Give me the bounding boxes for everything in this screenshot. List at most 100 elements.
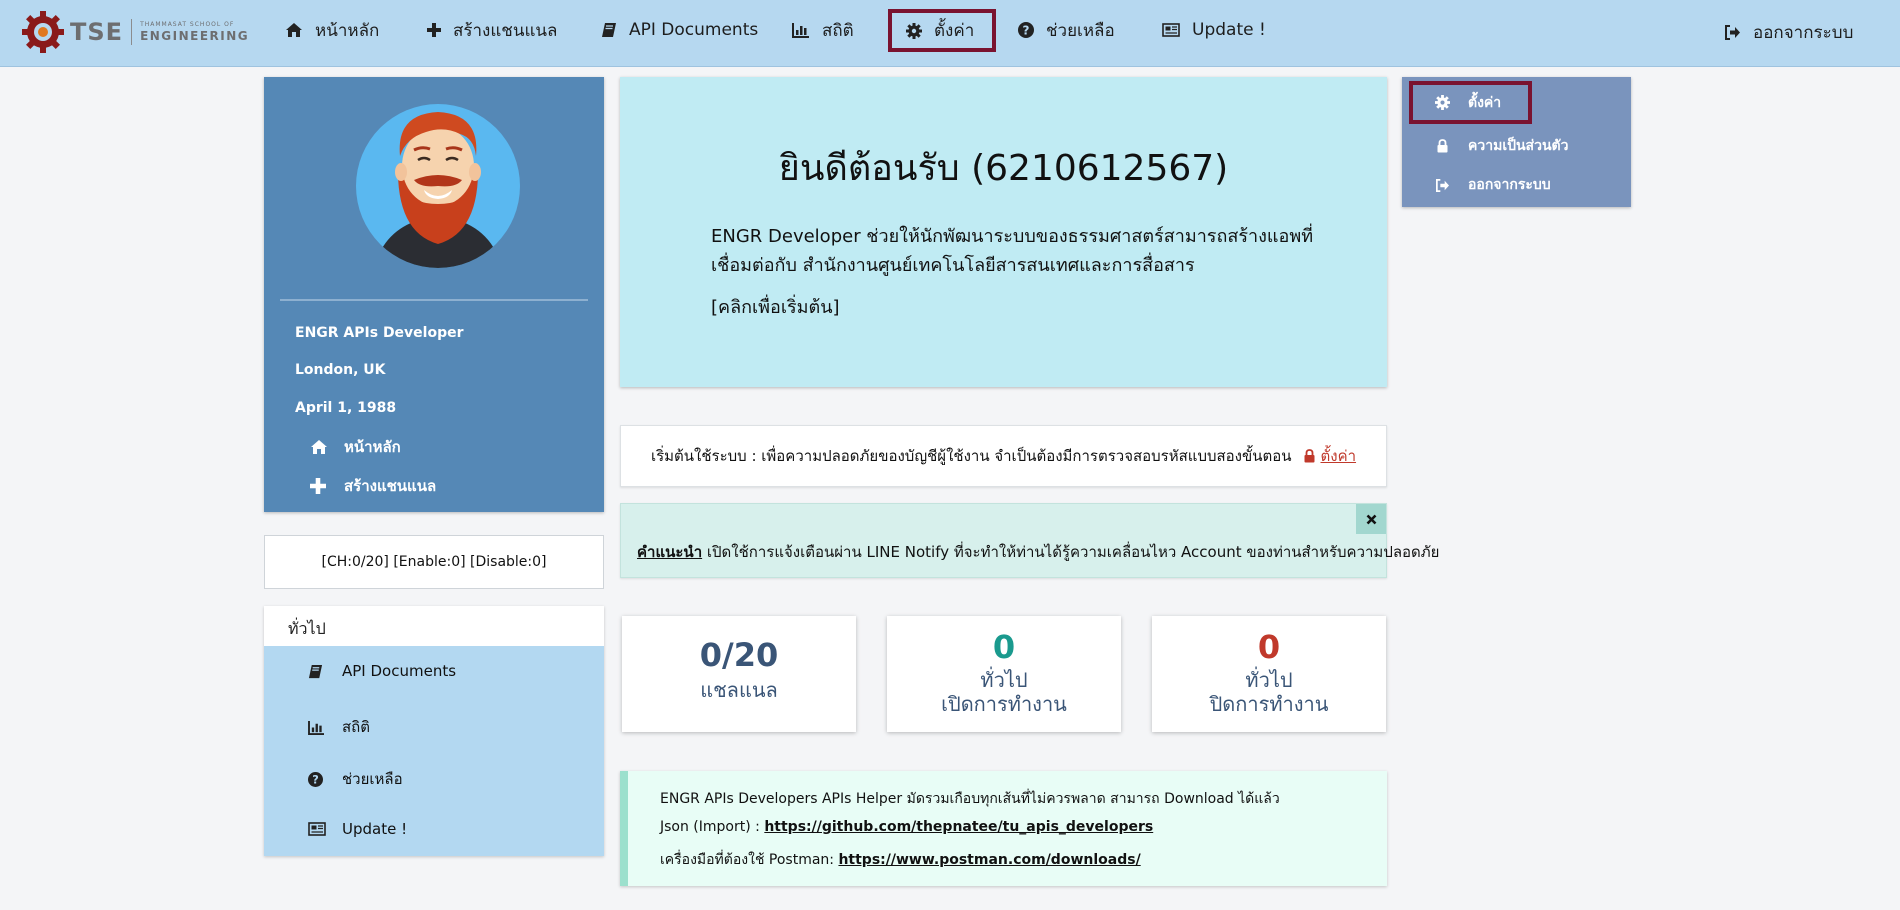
security-notice-text: เริ่มต้นใช้ระบบ : เพื่อความปลอดภัยของบัญ… [650, 447, 1292, 465]
general-item-update-label: Update ! [342, 820, 408, 838]
github-link[interactable]: https://github.com/thepnatee/tu_apis_dev… [764, 819, 1153, 835]
profile-link-create-channel-label: สร้างแชนแนล [344, 477, 437, 495]
settings-menu-item-settings[interactable]: ตั้งค่า [1409, 81, 1532, 124]
profile-divider [280, 299, 588, 301]
channel-counter: [CH:0/20] [Enable:0] [Disable:0] [264, 535, 604, 589]
security-settings-link[interactable]: ตั้งค่า [1321, 444, 1357, 468]
security-notice: เริ่มต้นใช้ระบบ : เพื่อความปลอดภัยของบัญ… [620, 425, 1387, 487]
settings-menu-item-privacy-label: ความเป็นส่วนตัว [1468, 138, 1569, 154]
nav-create-channel-label: สร้างแชนแนล [453, 20, 558, 41]
line-notify-tip: คำแนะนำ เปิดใช้การแจ้งเตือนผ่าน LINE Not… [620, 503, 1439, 578]
nav-settings[interactable]: ตั้งค่า [888, 9, 996, 52]
newspaper-icon [1162, 23, 1180, 37]
general-item-help-label: ช่วยเหลือ [342, 770, 403, 788]
close-button[interactable] [1356, 504, 1386, 534]
plus-icon [310, 478, 344, 494]
lock-icon [1304, 449, 1315, 463]
sign-out-icon [1424, 178, 1460, 192]
profile-link-home[interactable]: หน้าหลัก [310, 435, 401, 459]
welcome-panel: ยินดีต้อนรับ (6210612567) ENGR Developer… [620, 77, 1387, 387]
top-navbar: TSE THAMMASAT SCHOOL OF ENGINEERING หน้า… [0, 0, 1900, 67]
info-postman-prefix: เครื่องมือที่ต้องใช้ Postman: [660, 852, 839, 868]
book-icon [308, 664, 342, 679]
stat-disabled-label1: ทั่วไป [1245, 668, 1293, 692]
svg-text:?: ? [1023, 23, 1030, 37]
api-helper-info: ENGR APIs Developers APIs Helper มัดรวมเ… [620, 771, 1387, 886]
welcome-desc-line2: เชื่อมต่อกับ สำนักงานศูนย์เทคโนโลยีสารสน… [711, 255, 1195, 276]
nav-api-documents-label: API Documents [629, 20, 759, 40]
general-item-statistics-label: สถิติ [342, 718, 370, 736]
logo-school-line: THAMMASAT SCHOOL OF [140, 21, 235, 28]
bar-chart-icon [792, 22, 810, 38]
stat-enabled-value: 0 [992, 628, 1016, 666]
logo-engineering-line: ENGINEERING [140, 29, 250, 43]
logo-subtitle: THAMMASAT SCHOOL OF ENGINEERING [140, 21, 250, 43]
stat-disabled-value: 0 [1257, 628, 1281, 666]
info-line1: ENGR APIs Developers APIs Helper มัดรวมเ… [660, 791, 1280, 807]
gear-logo-icon [22, 11, 64, 53]
nav-help-label: ช่วยเหลือ [1046, 20, 1115, 41]
stat-channels-value: 0/20 [699, 636, 779, 674]
tip-label: คำแนะนำ [637, 543, 703, 561]
stat-enabled-label2: เปิดการทำงาน [941, 692, 1067, 716]
nav-statistics[interactable]: สถิติ [792, 10, 854, 50]
settings-menu-item-logout[interactable]: ออกจากระบบ [1402, 170, 1551, 200]
settings-menu-item-privacy[interactable]: ความเป็นส่วนตัว [1402, 131, 1569, 161]
plus-icon [427, 23, 441, 37]
profile-name: ENGR APIs Developer [295, 325, 464, 341]
info-json-line: Json (Import) : https://github.com/thepn… [660, 819, 1153, 835]
avatar [356, 104, 520, 268]
general-item-api-documents-label: API Documents [342, 662, 457, 680]
tip-body: เปิดใช้การแจ้งเตือนผ่าน LINE Notify ที่จ… [702, 543, 1440, 561]
general-item-update[interactable]: Update ! [308, 820, 407, 838]
profile-date: April 1, 1988 [295, 400, 397, 416]
settings-menu-item-logout-label: ออกจากระบบ [1468, 177, 1551, 193]
svg-text:?: ? [312, 773, 319, 786]
newspaper-icon [308, 822, 342, 836]
nav-home[interactable]: หน้าหลัก [285, 10, 379, 50]
stat-disabled-label2: ปิดการทำงาน [1209, 692, 1329, 716]
profile-location: London, UK [295, 362, 386, 378]
settings-menu: ตั้งค่า ความเป็นส่วนตัว ออกจากระบบ [1402, 77, 1631, 207]
settings-menu-item-settings-label: ตั้งค่า [1468, 94, 1502, 111]
welcome-title: ยินดีต้อนรับ (6210612567) [778, 148, 1229, 189]
general-panel-heading: ทั่วไป [264, 606, 604, 646]
lock-icon [1424, 139, 1460, 153]
stat-card-disabled: 0 ทั่วไป ปิดการทำงาน [1152, 616, 1386, 732]
profile-link-home-label: หน้าหลัก [344, 438, 401, 456]
nav-create-channel[interactable]: สร้างแชนแนล [427, 10, 557, 50]
nav-logout-label: ออกจากระบบ [1753, 22, 1854, 43]
gear-icon [1424, 95, 1460, 110]
sign-out-icon [1724, 24, 1741, 40]
postman-link[interactable]: https://www.postman.com/downloads/ [838, 852, 1140, 868]
general-item-api-documents[interactable]: API Documents [308, 662, 456, 680]
stat-channels-label: แชลแนล [700, 678, 778, 702]
question-circle-icon: ? [308, 771, 342, 787]
nav-update[interactable]: Update ! [1162, 10, 1266, 50]
general-item-statistics[interactable]: สถิติ [308, 715, 370, 739]
start-link[interactable]: [คลิกเพื่อเริ่มต้น] [711, 292, 840, 321]
welcome-description: ENGR Developer ช่วยให้นักพัฒนาระบบของธรร… [711, 222, 1331, 280]
nav-logout[interactable]: ออกจากระบบ [1724, 12, 1853, 52]
stat-card-enabled: 0 ทั่วไป เปิดการทำงาน [887, 616, 1121, 732]
general-item-help[interactable]: ? ช่วยเหลือ [308, 767, 403, 791]
bar-chart-icon [308, 720, 342, 735]
tip-text: คำแนะนำ เปิดใช้การแจ้งเตือนผ่าน LINE Not… [637, 540, 1439, 564]
logo-separator [131, 19, 133, 45]
general-panel: ทั่วไป API Documents สถิติ ? ช่วยเหลือ U… [264, 606, 604, 856]
nav-statistics-label: สถิติ [822, 20, 854, 41]
home-icon [310, 439, 344, 455]
nav-api-documents[interactable]: API Documents [601, 10, 758, 50]
info-postman-line: เครื่องมือที่ต้องใช้ Postman: https://ww… [660, 849, 1141, 871]
nav-update-label: Update ! [1192, 20, 1266, 40]
tse-logo[interactable]: TSE THAMMASAT SCHOOL OF ENGINEERING [20, 8, 249, 56]
nav-help[interactable]: ? ช่วยเหลือ [1018, 10, 1115, 50]
nav-home-label: หน้าหลัก [315, 20, 380, 41]
question-circle-icon: ? [1018, 22, 1034, 38]
stat-enabled-label1: ทั่วไป [980, 668, 1028, 692]
book-icon [601, 22, 617, 38]
profile-card: ENGR APIs Developer London, UK April 1, … [264, 77, 604, 512]
profile-link-create-channel[interactable]: สร้างแชนแนล [310, 474, 436, 498]
home-icon [285, 22, 303, 38]
close-icon [1366, 514, 1377, 525]
